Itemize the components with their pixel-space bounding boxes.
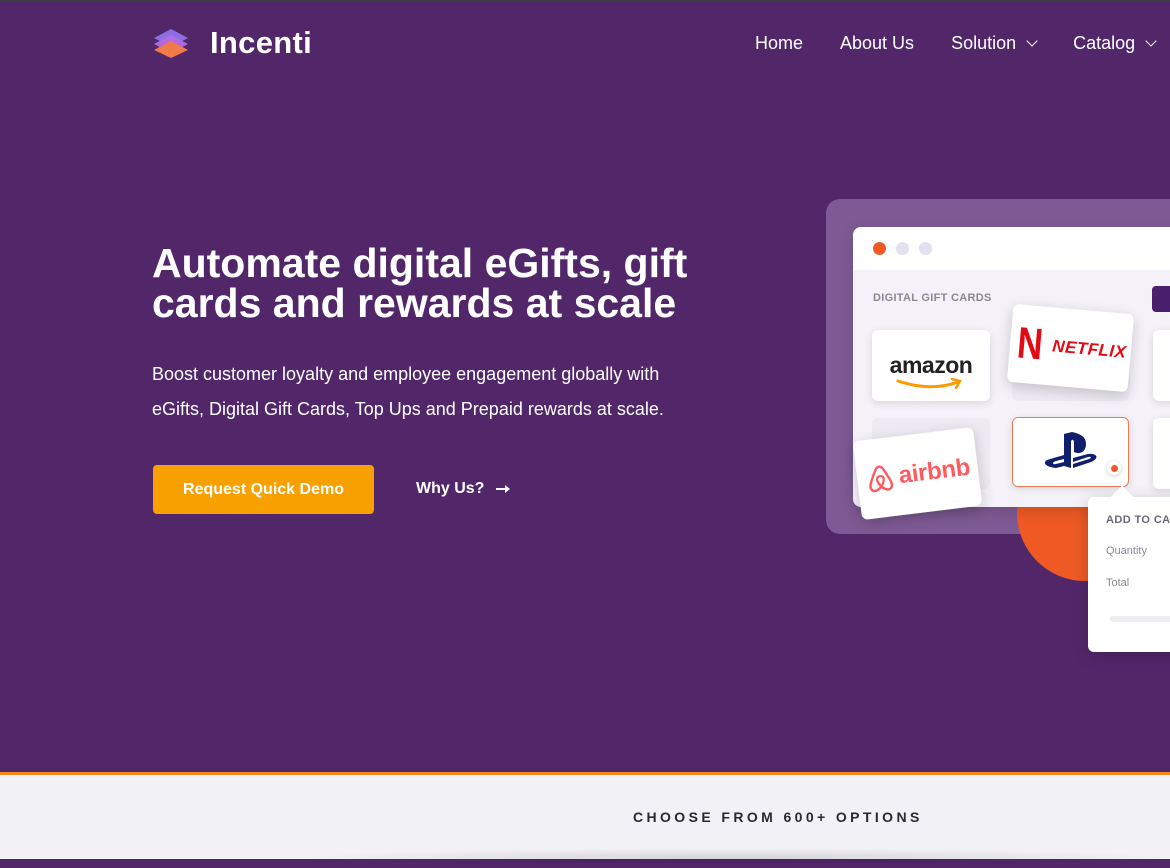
hero-subtitle: Boost customer loyalty and employee enga… — [152, 364, 664, 419]
nav-item-about-us[interactable]: About Us — [840, 33, 914, 54]
nav-item-catalog[interactable]: Catalog — [1073, 33, 1157, 54]
window-titlebar — [853, 227, 1170, 270]
chevron-down-icon — [1145, 35, 1157, 47]
nav-item-home[interactable]: Home — [755, 33, 803, 54]
netflix-card: N NETFLIX — [1006, 303, 1135, 393]
gift-cards-label: DIGITAL GIFT CARDS — [873, 292, 992, 304]
nav-label: Solution — [951, 33, 1017, 53]
brand-name: Incenti — [210, 25, 313, 60]
window-dot-icon — [873, 242, 886, 255]
why-us-link[interactable]: Why Us? — [416, 480, 511, 498]
amazon-card: amazon — [872, 330, 990, 401]
add-to-cart-panel: ADD TO CART Quantity Total — [1088, 485, 1170, 652]
section-shadow — [300, 848, 1170, 868]
amazon-smile-icon — [896, 378, 962, 390]
amazon-logo: amazon — [890, 352, 973, 390]
mockup-button — [1152, 286, 1170, 312]
nav-label: Catalog — [1073, 33, 1136, 53]
options-section — [0, 775, 1170, 859]
quantity-label: Quantity — [1106, 545, 1147, 557]
request-demo-label: Request Quick Demo — [183, 480, 344, 498]
airbnb-icon — [868, 464, 893, 492]
total-label: Total — [1106, 577, 1130, 589]
arrow-right-icon — [496, 484, 511, 494]
request-demo-button[interactable]: Request Quick Demo — [153, 465, 374, 514]
cursor-indicator — [1107, 461, 1121, 475]
window-dot-icon — [919, 242, 932, 255]
playstation-card — [1012, 417, 1129, 487]
window-dot-icon — [896, 242, 909, 255]
main-nav: Home About Us Solution Catalog — [755, 33, 1157, 54]
nav-label: Home — [755, 33, 804, 53]
top-border — [0, 0, 1170, 2]
cart-input-bar — [1110, 616, 1170, 622]
nav-label: About Us — [840, 33, 915, 53]
logo-icon — [154, 29, 188, 58]
hero-title: Automate digital eGifts, gift cards and … — [152, 240, 688, 326]
nav-item-solution[interactable]: Solution — [951, 33, 1038, 54]
airbnb-logo: airbnb — [863, 452, 971, 495]
placeholder-card — [1153, 418, 1170, 489]
logo[interactable]: Incenti — [152, 25, 313, 60]
why-us-label: Why Us? — [416, 480, 485, 497]
options-heading: CHOOSE FROM 600+ OPTIONS — [633, 809, 923, 825]
netflix-logo: N NETFLIX — [1015, 318, 1128, 370]
chevron-down-icon — [1026, 35, 1038, 47]
placeholder-card — [1153, 330, 1170, 401]
cart-title: ADD TO CART — [1106, 514, 1170, 526]
playstation-logo-icon — [1044, 432, 1096, 468]
airbnb-card: airbnb — [852, 426, 983, 521]
